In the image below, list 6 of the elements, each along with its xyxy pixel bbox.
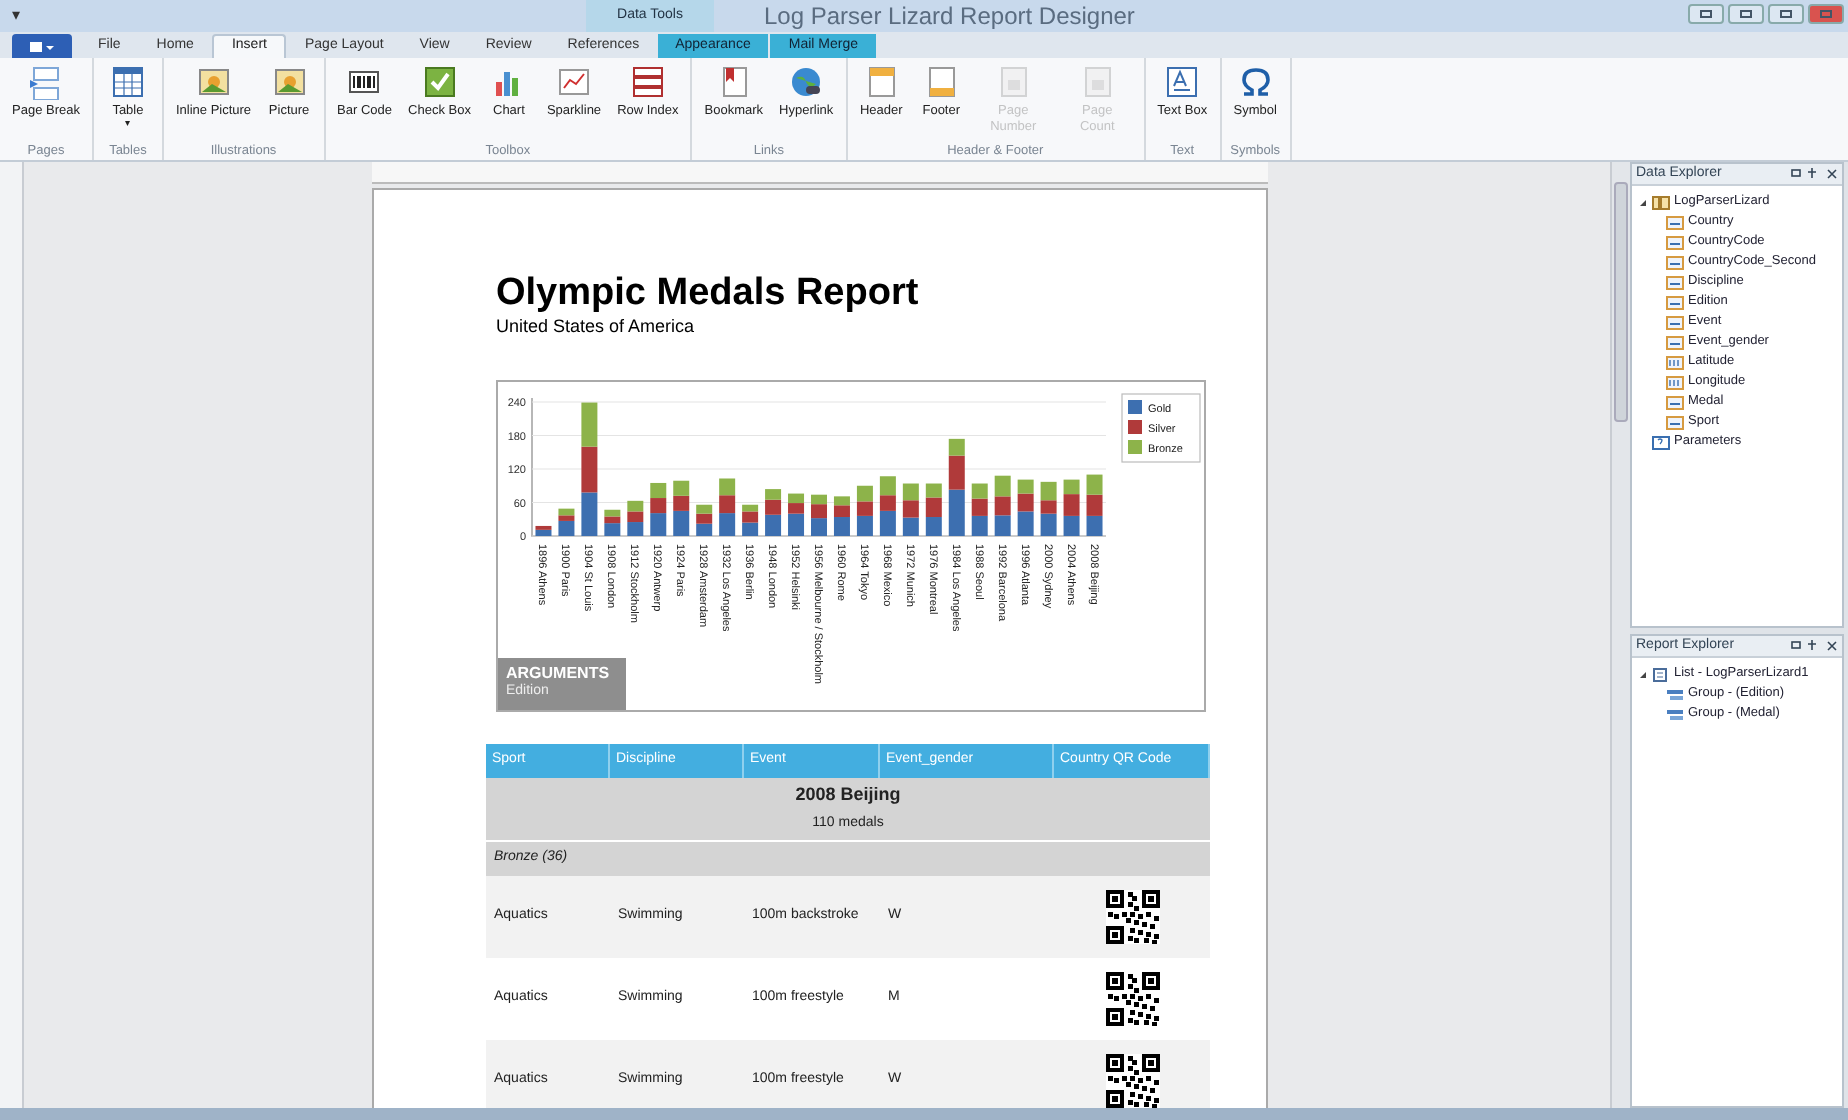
quick-access-menu[interactable]: ▾ [12,4,20,28]
report-title: Olympic Medals Report [496,274,921,314]
window-title: Log Parser Lizard Report Designer [764,0,1135,34]
arguments-label: ARGUMENTS [506,663,612,681]
report-subtitle: United States of America [496,314,697,340]
group-title: 2008 Beijing [795,781,901,808]
